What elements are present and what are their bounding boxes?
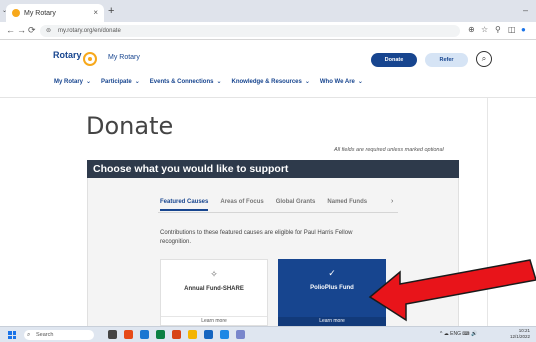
nav-item-my-rotary[interactable]: My Rotary ⌄ (54, 78, 91, 85)
support-panel-header: Choose what you would like to support (87, 160, 459, 178)
window-minimize-button[interactable]: – (523, 5, 528, 15)
annual-fund-learn-more-link[interactable]: Learn more (161, 316, 267, 325)
nav-label: Participate (101, 79, 132, 85)
browser-tab-my-rotary[interactable]: My Rotary × (6, 4, 104, 22)
tab-named-funds[interactable]: Named Funds (327, 199, 367, 211)
featured-causes-description: Contributions to these featured causes a… (160, 230, 353, 245)
rotary-favicon-icon (12, 9, 20, 17)
reload-icon[interactable]: ⟳ (28, 25, 36, 36)
page-title: Donate (86, 112, 174, 140)
outlook-taskbar-icon[interactable] (220, 330, 229, 339)
my-rotary-link[interactable]: My Rotary (108, 54, 140, 61)
side-panel-icon[interactable]: ◫ (508, 25, 516, 34)
tab-global-grants[interactable]: Global Grants (276, 199, 316, 211)
profile-avatar-icon[interactable]: ● (521, 25, 526, 34)
taskbar-search-placeholder: Search (36, 332, 54, 338)
chrome-taskbar-icon[interactable] (124, 330, 133, 339)
zoom-icon[interactable]: ⊕ (468, 25, 475, 34)
chevron-down-icon: ⌄ (134, 79, 140, 85)
card-title: Annual Fund-SHARE (184, 286, 244, 292)
nav-label: My Rotary (54, 79, 84, 85)
address-toolbar: ← → ⟳ ⊜ my.rotary.org/en/donate ⊕ ☆ ⚲ ◫ … (0, 22, 536, 40)
windows-taskbar: ⌕ Search ^ ☁ ENG ⌨ 🔊 10:21 12/1/2022 (0, 326, 536, 342)
red-pointer-arrow-icon (368, 259, 536, 322)
site-info-icon[interactable]: ⊜ (46, 25, 51, 37)
new-tab-button[interactable]: + (108, 5, 114, 17)
site-search-icon[interactable]: ⌕ (476, 51, 492, 67)
tab-featured-causes[interactable]: Featured Causes (160, 199, 209, 211)
edge-taskbar-icon[interactable] (140, 330, 149, 339)
extensions-icon[interactable]: ⚲ (495, 25, 501, 34)
cause-tabs: Featured Causes Areas of Focus Global Gr… (160, 199, 379, 211)
powerpoint-taskbar-icon[interactable] (172, 330, 181, 339)
nav-label: Who We Are (319, 79, 355, 85)
windows-start-icon[interactable] (8, 331, 16, 339)
chevron-down-icon: ⌄ (304, 79, 310, 85)
header-divider (0, 97, 536, 98)
main-navigation: My Rotary ⌄ Participate ⌄ Events & Connect… (54, 78, 373, 85)
tab-close-icon[interactable]: × (93, 8, 98, 17)
bookmark-star-icon[interactable]: ☆ (481, 25, 488, 34)
tab-areas-of-focus[interactable]: Areas of Focus (220, 199, 263, 211)
browser-tab-bar: ⌄ My Rotary × + – (0, 0, 536, 22)
tab-title: My Rotary (24, 9, 56, 17)
forward-icon[interactable]: → (17, 25, 26, 35)
chevron-down-icon: ⌄ (357, 79, 363, 85)
refer-button[interactable]: Refer (425, 53, 468, 67)
chevron-down-icon: ⌄ (216, 79, 222, 85)
donate-button[interactable]: Donate (371, 53, 417, 67)
tabs-divider (158, 212, 398, 213)
annual-fund-share-card[interactable]: ✧ Annual Fund-SHARE Learn more (160, 259, 268, 326)
clock-date: 12/1/2022 (510, 334, 531, 339)
url-field[interactable]: ⊜ my.rotary.org/en/donate (40, 25, 460, 37)
chevron-down-icon: ⌄ (86, 79, 92, 85)
back-icon[interactable]: ← (6, 25, 15, 35)
nav-item-events-connections[interactable]: Events & Connections ⌄ (150, 78, 222, 85)
nav-item-who-we-are[interactable]: Who We Are ⌄ (320, 78, 363, 85)
url-text: my.rotary.org/en/donate (58, 28, 121, 34)
system-tray-icons[interactable]: ^ ☁ ENG ⌨ 🔊 (440, 331, 477, 337)
excel-taskbar-icon[interactable] (156, 330, 165, 339)
required-fields-note: All fields are required unless marked op… (334, 147, 444, 153)
tabs-next-chevron-icon[interactable]: › (391, 198, 393, 205)
word-taskbar-icon[interactable] (204, 330, 213, 339)
file-explorer-taskbar-icon[interactable] (188, 330, 197, 339)
nav-label: Knowledge & Resources (231, 79, 302, 85)
nav-label: Events & Connections (149, 79, 214, 85)
search-icon: ⌕ (27, 332, 31, 338)
annual-fund-icon: ✧ (210, 269, 218, 279)
nav-item-knowledge-resources[interactable]: Knowledge & Resources ⌄ (231, 78, 309, 85)
rotary-wheel-icon[interactable] (83, 52, 97, 66)
teams-taskbar-icon[interactable] (236, 330, 245, 339)
taskbar-clock[interactable]: 10:21 12/1/2022 (510, 328, 530, 340)
taskbar-search-field[interactable]: ⌕ Search (24, 330, 94, 340)
nav-item-participate[interactable]: Participate ⌄ (101, 78, 140, 85)
task-view-icon[interactable] (108, 330, 117, 339)
rotary-logo-text[interactable]: Rotary (53, 50, 82, 60)
